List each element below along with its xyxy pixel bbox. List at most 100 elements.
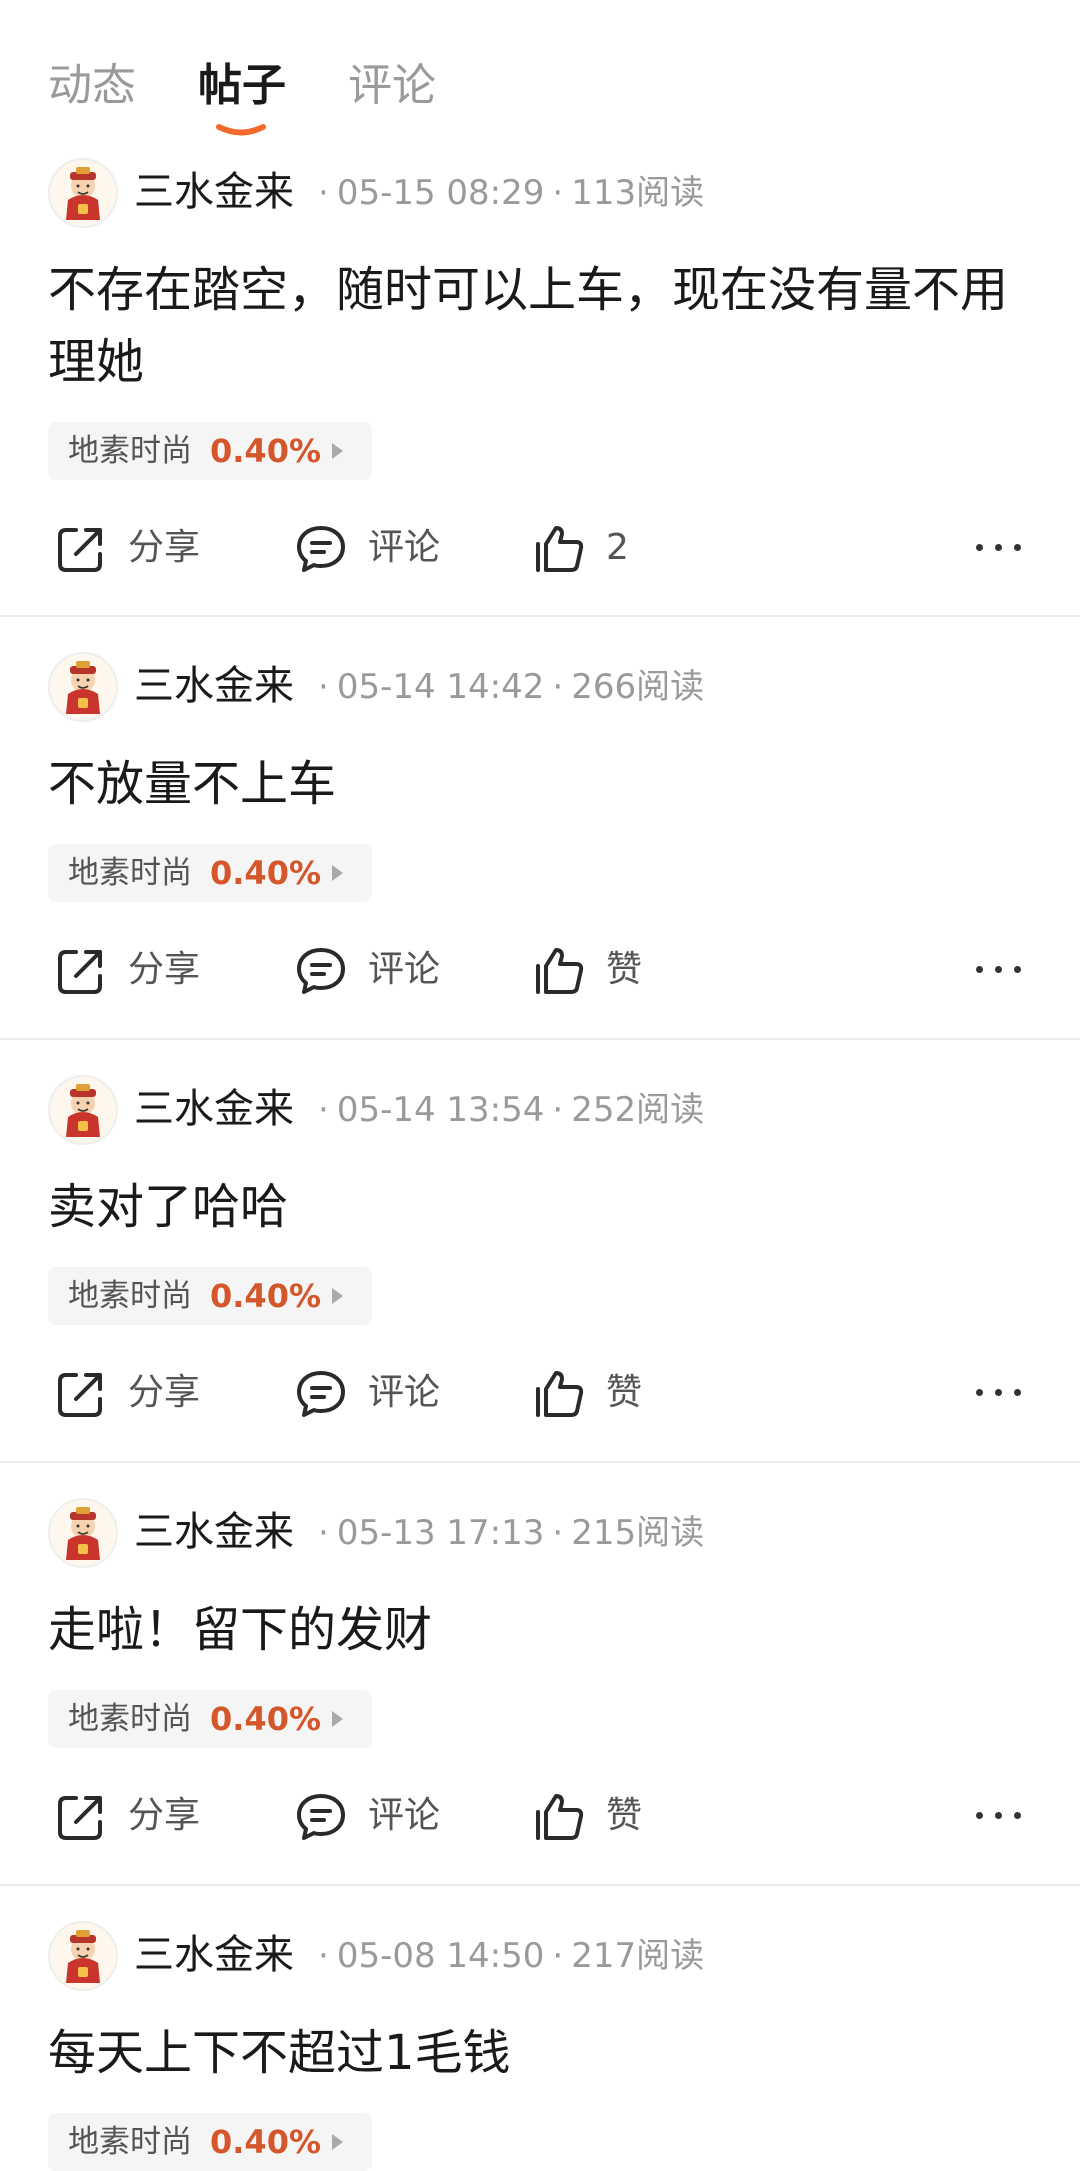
post-divider — [0, 615, 1080, 617]
like-label: 赞 — [606, 1795, 643, 1836]
more-options-button[interactable] — [970, 944, 1030, 996]
stock-change: 0.40% — [210, 432, 322, 470]
post-item[interactable]: 三水金来 · 05-08 14:50 · 217阅读 每天上下不超过1毛钱 地素时尚 … — [0, 1921, 1080, 2171]
comment-icon — [297, 1794, 345, 1840]
stock-name: 地素时尚 — [68, 2124, 192, 2160]
share-icon — [58, 950, 102, 994]
post-header: 三水金来 · 05-08 14:50 · 217阅读 — [48, 1921, 1048, 1993]
post-date: 05-15 08:29 — [336, 173, 545, 213]
post-meta: · 05-14 13:54 · 252阅读 — [318, 1090, 705, 1130]
read-count: 217阅读 — [571, 1936, 705, 1976]
author-name[interactable]: 三水金来 — [134, 1081, 294, 1137]
god-of-wealth-avatar-icon — [66, 1930, 100, 1983]
more-dot — [1014, 966, 1021, 973]
stock-name: 地素时尚 — [68, 1701, 192, 1737]
more-dot — [995, 1389, 1002, 1396]
post-meta: · 05-15 08:29 · 113阅读 — [318, 173, 705, 213]
post-header: 三水金来 · 05-14 13:54 · 252阅读 — [48, 1075, 1048, 1147]
post-meta: · 05-14 14:42 · 266阅读 — [318, 667, 705, 707]
more-options-button[interactable] — [970, 522, 1030, 574]
avatar[interactable] — [48, 1075, 118, 1145]
share-icon — [58, 1796, 102, 1840]
comment-label: 评论 — [368, 527, 441, 568]
stock-tag[interactable]: 地素时尚 0.40% — [48, 1690, 372, 1748]
thumbs-up-icon — [536, 1794, 584, 1840]
stock-name: 地素时尚 — [68, 855, 192, 891]
author-name[interactable]: 三水金来 — [134, 1927, 294, 1983]
share-icon — [58, 528, 102, 572]
comment-icon — [297, 948, 345, 994]
like-label: 2 — [606, 527, 629, 568]
avatar[interactable] — [48, 652, 118, 722]
profile-tabs: 动态 帖子 评论 — [0, 0, 1080, 150]
tab-comments[interactable]: 评论 — [348, 58, 436, 114]
more-dot — [1014, 544, 1021, 551]
play-arrow-icon — [332, 1288, 343, 1304]
more-dot — [976, 1389, 983, 1396]
post-item[interactable]: 三水金来 · 05-14 14:42 · 266阅读 不放量不上车 地素时尚 0.40… — [0, 652, 1080, 1032]
comment-label: 评论 — [368, 949, 441, 990]
more-dot — [1014, 1389, 1021, 1396]
stock-tag[interactable]: 地素时尚 0.40% — [48, 2113, 372, 2171]
stock-change: 0.40% — [210, 854, 322, 892]
stock-tag[interactable]: 地素时尚 0.40% — [48, 1267, 372, 1325]
post-date: 05-14 13:54 — [336, 1090, 545, 1130]
post-item[interactable]: 三水金来 · 05-13 17:13 · 215阅读 走啦！留下的发财 地素时尚 0.… — [0, 1498, 1080, 1878]
comment-icon — [297, 1371, 345, 1417]
more-options-button[interactable] — [970, 1790, 1030, 1842]
post-content[interactable]: 不放量不上车 — [48, 748, 1038, 820]
author-name[interactable]: 三水金来 — [134, 164, 294, 220]
share-label: 分享 — [128, 527, 201, 568]
more-dot — [976, 966, 983, 973]
more-dot — [976, 544, 983, 551]
avatar[interactable] — [48, 158, 118, 228]
post-content[interactable]: 不存在踏空，随时可以上车，现在没有量不用理她 — [48, 254, 1038, 398]
comment-label: 评论 — [368, 1372, 441, 1413]
post-meta: · 05-08 14:50 · 217阅读 — [318, 1936, 705, 1976]
thumbs-up-icon — [536, 948, 584, 994]
stock-change: 0.40% — [210, 1277, 322, 1315]
avatar[interactable] — [48, 1498, 118, 1568]
stock-tag[interactable]: 地素时尚 0.40% — [48, 844, 372, 902]
post-content[interactable]: 卖对了哈哈 — [48, 1171, 1038, 1243]
post-content[interactable]: 每天上下不超过1毛钱 — [48, 2017, 1038, 2089]
stock-change: 0.40% — [210, 2123, 322, 2161]
tab-activity[interactable]: 动态 — [48, 58, 136, 114]
post-item[interactable]: 三水金来 · 05-15 08:29 · 113阅读 不存在踏空，随时可以上车，现在没… — [0, 158, 1080, 618]
more-dot — [976, 1812, 983, 1819]
play-arrow-icon — [332, 443, 343, 459]
thumbs-up-icon — [536, 1371, 584, 1417]
stock-name: 地素时尚 — [68, 1278, 192, 1314]
read-count: 113阅读 — [571, 173, 705, 213]
post-actions: 分享 评论 2 — [0, 508, 1080, 588]
play-arrow-icon — [332, 2134, 343, 2150]
more-dot — [1014, 1812, 1021, 1819]
share-label: 分享 — [128, 949, 201, 990]
more-dot — [995, 544, 1002, 551]
avatar[interactable] — [48, 1921, 118, 1991]
stock-tag[interactable]: 地素时尚 0.40% — [48, 422, 372, 480]
author-name[interactable]: 三水金来 — [134, 1504, 294, 1560]
post-divider — [0, 1461, 1080, 1463]
god-of-wealth-avatar-icon — [66, 1084, 100, 1137]
share-icon — [58, 1373, 102, 1417]
read-count: 215阅读 — [571, 1513, 705, 1553]
post-divider — [0, 1884, 1080, 1886]
post-header: 三水金来 · 05-13 17:13 · 215阅读 — [48, 1498, 1048, 1570]
post-content[interactable]: 走啦！留下的发财 — [48, 1594, 1038, 1666]
more-options-button[interactable] — [970, 1367, 1030, 1419]
post-item[interactable]: 三水金来 · 05-14 13:54 · 252阅读 卖对了哈哈 地素时尚 0.40%… — [0, 1075, 1080, 1455]
post-date: 05-08 14:50 — [336, 1936, 545, 1976]
like-label: 赞 — [606, 949, 643, 990]
stock-change: 0.40% — [210, 1700, 322, 1738]
god-of-wealth-avatar-icon — [66, 167, 100, 220]
author-name[interactable]: 三水金来 — [134, 658, 294, 714]
post-header: 三水金来 · 05-15 08:29 · 113阅读 — [48, 158, 1048, 230]
god-of-wealth-avatar-icon — [66, 661, 100, 714]
post-header: 三水金来 · 05-14 14:42 · 266阅读 — [48, 652, 1048, 724]
post-actions: 分享 评论 赞 — [0, 1776, 1080, 1856]
post-divider — [0, 1038, 1080, 1040]
tab-posts[interactable]: 帖子 — [198, 58, 286, 114]
post-date: 05-13 17:13 — [336, 1513, 545, 1553]
play-arrow-icon — [332, 1711, 343, 1727]
